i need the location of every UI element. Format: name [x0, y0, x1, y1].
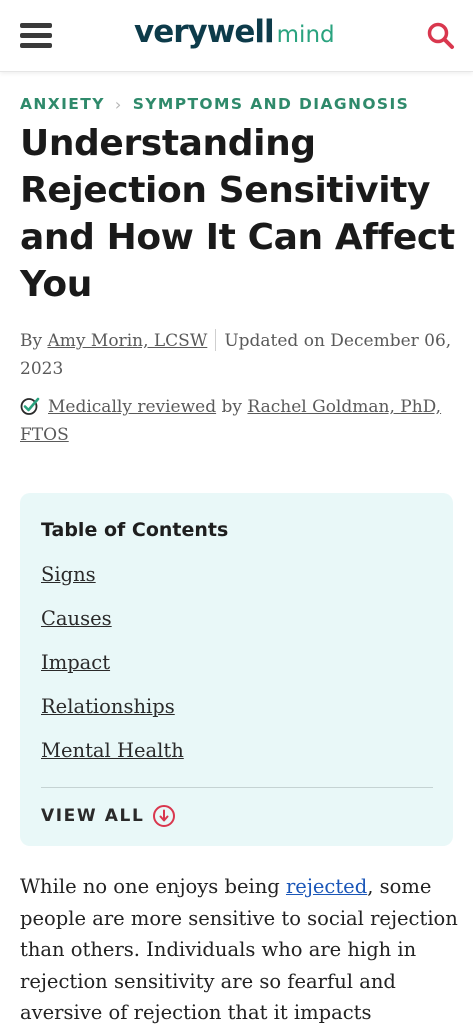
- arrow-down-circle-icon: [153, 805, 176, 827]
- site-header: verywell mind: [0, 0, 473, 72]
- breadcrumb-item-symptoms[interactable]: SYMPTOMS AND DIAGNOSIS: [133, 95, 410, 113]
- article-body-paragraph: While no one enjoys being rejected, some…: [20, 871, 460, 1024]
- site-logo[interactable]: verywell mind: [134, 14, 335, 58]
- table-of-contents: Table of Contents Signs Causes Impact Re…: [20, 493, 453, 846]
- toc-divider: [41, 787, 433, 788]
- byline: By Amy Morin, LCSW Updated on December 06…: [20, 327, 460, 383]
- toc-link-signs[interactable]: Signs: [41, 563, 96, 586]
- by-prefix: By: [20, 331, 43, 351]
- byline-divider: [215, 329, 217, 351]
- hamburger-menu-icon[interactable]: [20, 23, 52, 49]
- logo-verywell: verywell: [134, 14, 275, 50]
- check-shield-icon: [20, 396, 40, 416]
- reviewed-by-text: by: [221, 397, 243, 417]
- breadcrumb: ANXIETY › SYMPTOMS AND DIAGNOSIS: [20, 93, 409, 115]
- rejected-link[interactable]: rejected: [286, 875, 367, 898]
- toc-link-impact[interactable]: Impact: [41, 651, 110, 674]
- medical-review: Medically reviewed by Rachel Goldman, Ph…: [20, 393, 460, 449]
- page-title: Understanding Rejection Sensitivity and …: [20, 123, 455, 305]
- chevron-right-icon: ›: [114, 94, 123, 114]
- toc-link-relationships[interactable]: Relationships: [41, 695, 175, 718]
- search-icon[interactable]: [425, 20, 457, 52]
- medically-reviewed-link[interactable]: Medically reviewed: [48, 397, 216, 417]
- body-text-start: While no one enjoys being: [20, 875, 286, 898]
- toc-title: Table of Contents: [41, 519, 229, 541]
- author-link[interactable]: Amy Morin, LCSW: [48, 331, 208, 351]
- view-all-button[interactable]: VIEW ALL: [41, 804, 176, 828]
- toc-link-causes[interactable]: Causes: [41, 607, 112, 630]
- view-all-label: VIEW ALL: [41, 806, 145, 826]
- toc-link-mental-health[interactable]: Mental Health: [41, 739, 184, 762]
- breadcrumb-item-anxiety[interactable]: ANXIETY: [20, 95, 105, 113]
- logo-mind: mind: [276, 22, 335, 48]
